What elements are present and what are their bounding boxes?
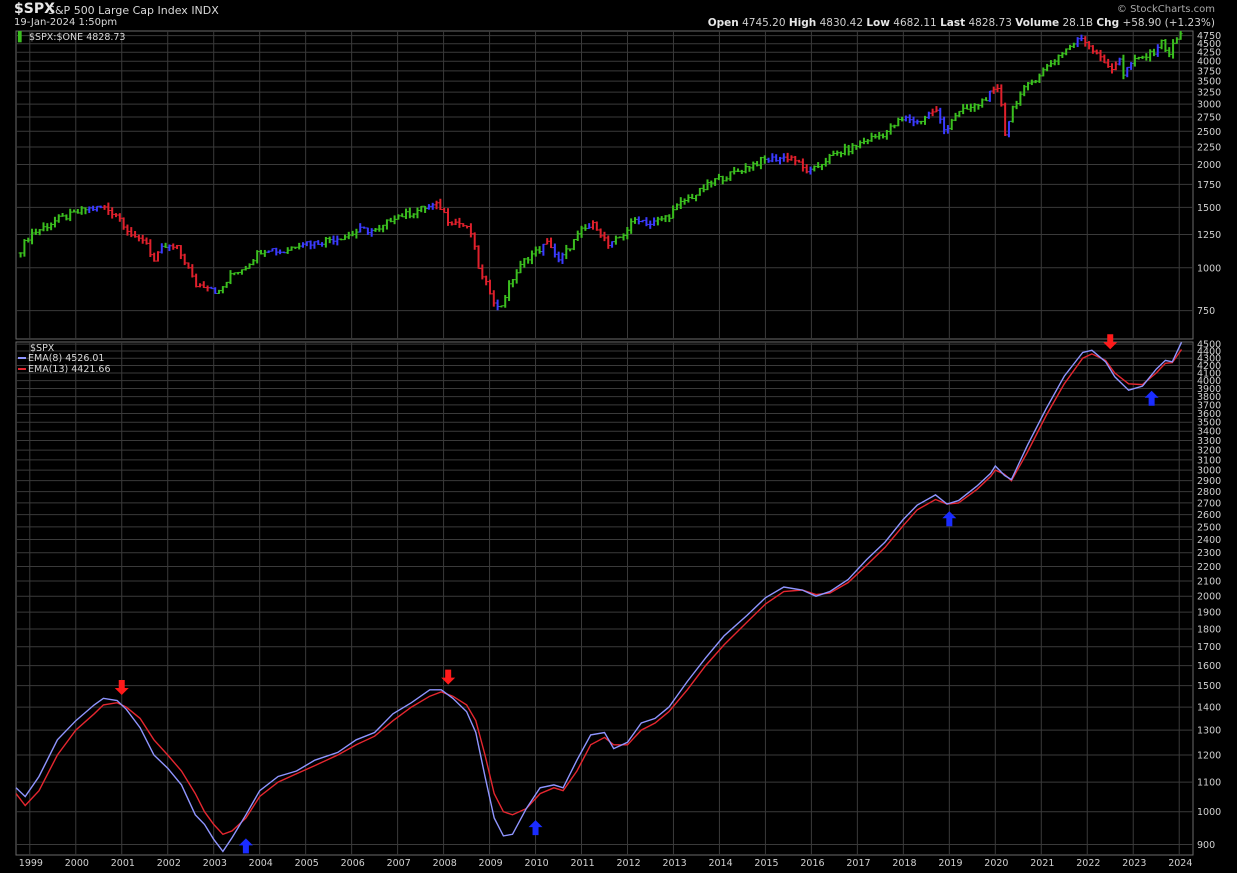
ema-panel: 900 1000 1100 1200 1300 1400 1500 1600 1700 1800 1… xyxy=(15,340,1221,856)
ema-y-tick-label: 2700 xyxy=(1197,498,1221,509)
price-y-tick-label: 3000 xyxy=(1197,100,1221,111)
x-tick-label: 2015 xyxy=(754,858,778,869)
ema-legend-value: 4421.66 xyxy=(71,364,110,375)
ema-y-tick-label: 2100 xyxy=(1197,577,1221,588)
ema-y-tick-label: 1200 xyxy=(1197,751,1221,762)
x-tick-label: 2004 xyxy=(249,858,273,869)
ema-y-tick-label: 2000 xyxy=(1197,592,1221,603)
x-tick-label: 2014 xyxy=(708,858,732,869)
x-tick-label: 2022 xyxy=(1076,858,1100,869)
x-tick-label: 2021 xyxy=(1030,858,1054,869)
x-tick-label: 2024 xyxy=(1168,858,1192,869)
ema-y-tick-label: 3200 xyxy=(1197,446,1221,457)
legend-bar-icon: ▌ xyxy=(17,31,25,43)
x-tick-label: 2023 xyxy=(1122,858,1146,869)
ema-y-tick-label: 2500 xyxy=(1197,522,1221,533)
x-tick-label: 2019 xyxy=(938,858,962,869)
price-y-tick-label: 750 xyxy=(1197,306,1215,317)
ema-y-tick-label: 1100 xyxy=(1197,778,1221,789)
price-frame xyxy=(15,30,1194,340)
ema-y-tick-label: 3000 xyxy=(1197,466,1221,477)
ema-legend-name: EMA(13) xyxy=(28,364,68,375)
ema-y-tick-label: 1400 xyxy=(1197,703,1221,714)
ema-y-tick-label: 1000 xyxy=(1197,807,1221,818)
price-y-tick-label: 2500 xyxy=(1197,127,1221,138)
ema-y-tick-label: 1700 xyxy=(1197,642,1221,653)
ema-y-tick-label: 3100 xyxy=(1197,455,1221,466)
ema-y-tick-label: 2200 xyxy=(1197,562,1221,573)
ema-legend-entry: EMA(8) 4526.01 xyxy=(28,353,104,364)
price-y-tick-label: 1750 xyxy=(1197,180,1221,191)
x-tick-label: 1999 xyxy=(19,858,43,869)
x-tick-label: 2002 xyxy=(157,858,181,869)
ema-legend-name: EMA(8) xyxy=(28,353,62,364)
ema-legend-entry: EMA(13) 4421.66 xyxy=(28,364,111,375)
ema-legend-value: 4526.01 xyxy=(65,353,104,364)
ema-y-tick-label: 1900 xyxy=(1197,608,1221,619)
ema-y-tick-label: 1500 xyxy=(1197,681,1221,692)
x-tick-label: 2008 xyxy=(433,858,457,869)
x-tick-label: 2013 xyxy=(662,858,686,869)
ema-y-tick-label: 900 xyxy=(1197,840,1215,851)
x-tick-label: 2003 xyxy=(203,858,227,869)
price-y-tick-label: 4750 xyxy=(1197,31,1221,42)
x-tick-label: 2009 xyxy=(479,858,503,869)
x-tick-label: 2020 xyxy=(984,858,1008,869)
x-tick-label: 2005 xyxy=(295,858,319,869)
x-tick-label: 2016 xyxy=(800,858,824,869)
price-legend-series: $SPX:$ONE 4828.73 xyxy=(29,32,125,43)
ema-y-tick-label: 1600 xyxy=(1197,661,1221,672)
price-y-tick-label: 1500 xyxy=(1197,203,1221,214)
ema-y-tick-label: 2300 xyxy=(1197,548,1221,559)
x-tick-label: 2010 xyxy=(525,858,549,869)
price-y-tick-label: 1250 xyxy=(1197,230,1221,241)
ema-y-tick-label: 2600 xyxy=(1197,510,1221,521)
ema-y-tick-label: 1800 xyxy=(1197,624,1221,635)
ema-y-tick-label: 1300 xyxy=(1197,726,1221,737)
x-axis-labels: 1999 2000 2001 2002 2003 2004 2005 2006 2007 2008… xyxy=(19,858,1193,869)
ema-y-tick-label: 2900 xyxy=(1197,476,1221,487)
x-tick-label: 2012 xyxy=(616,858,640,869)
price-y-tick-label: 2000 xyxy=(1197,160,1221,171)
x-tick-label: 2007 xyxy=(387,858,411,869)
price-legend: ▌ $SPX:$ONE 4828.73 xyxy=(17,31,125,43)
x-tick-label: 2001 xyxy=(111,858,135,869)
price-legend-value: 4828.73 xyxy=(86,32,125,43)
ema-y-tick-label: 2400 xyxy=(1197,535,1221,546)
ema-y-tick-label: 2800 xyxy=(1197,487,1221,498)
x-tick-label: 2006 xyxy=(341,858,365,869)
x-tick-label: 2018 xyxy=(892,858,916,869)
x-tick-label: 2017 xyxy=(846,858,870,869)
chart-canvas[interactable]: 7501000125015001750200022502500275030003… xyxy=(0,0,1237,873)
price-y-tick-label: 3500 xyxy=(1197,77,1221,88)
ema-frame xyxy=(15,341,1194,856)
price-y-tick-label: 1000 xyxy=(1197,263,1221,274)
x-tick-label: 2000 xyxy=(65,858,89,869)
price-y-tick-label: 2250 xyxy=(1197,142,1221,153)
price-legend-name: $SPX:$ONE xyxy=(29,32,83,43)
price-y-tick-label: 3250 xyxy=(1197,88,1221,99)
x-tick-label: 2011 xyxy=(571,858,595,869)
ema-y-tick-label: 4500 xyxy=(1197,340,1221,351)
price-y-tick-label: 3750 xyxy=(1197,66,1221,77)
price-y-tick-label: 2750 xyxy=(1197,113,1221,124)
